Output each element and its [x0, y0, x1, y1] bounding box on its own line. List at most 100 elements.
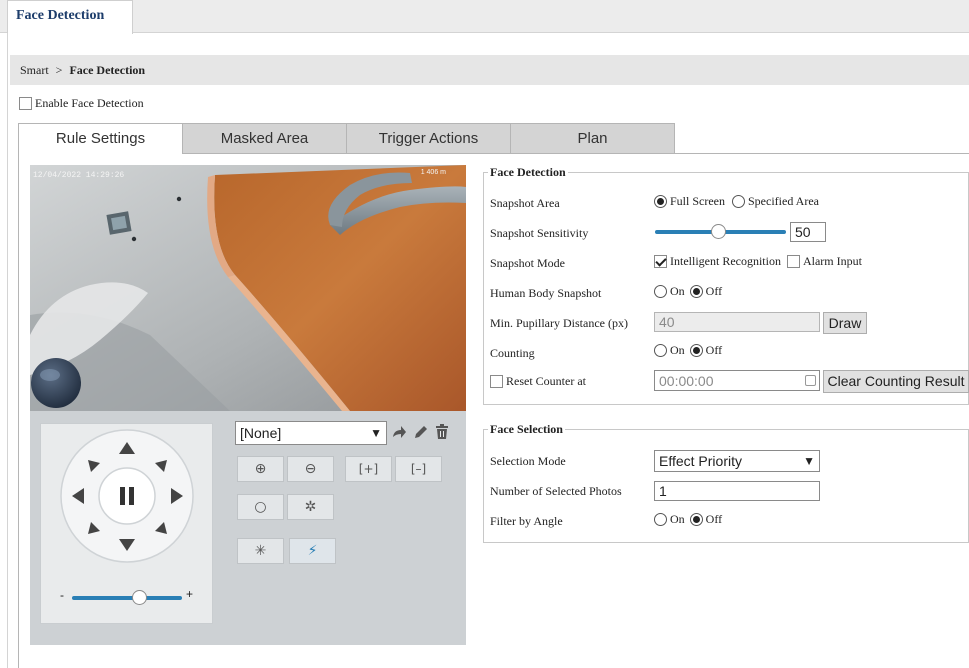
snapshot-mode-options: Intelligent Recognition Alarm Input — [654, 254, 862, 269]
arrow-down-right-icon — [155, 522, 167, 534]
zoom-in-button[interactable]: ⊕ — [237, 456, 284, 482]
pan-up-left-button[interactable] — [86, 458, 102, 474]
enable-face-detection-row[interactable]: Enable Face Detection — [19, 96, 144, 111]
filter-angle-off-label: Off — [705, 512, 723, 526]
tab-rule-settings[interactable]: Rule Settings — [18, 123, 183, 154]
wiper-button[interactable]: ⚡ — [289, 538, 336, 564]
breadcrumb: Smart > Face Detection — [10, 55, 969, 85]
top-tab-face-detection[interactable]: Face Detection — [7, 0, 133, 34]
counting-off-label: Off — [705, 343, 723, 357]
focus-far-button[interactable]: [–] — [395, 456, 442, 482]
arrow-up-left-icon — [88, 460, 100, 472]
counting-off-radio[interactable] — [689, 344, 703, 357]
speed-slider-handle[interactable] — [132, 590, 147, 605]
video-overlay-text: 1 406 m — [420, 169, 446, 176]
iris-open-button[interactable]: ○ — [237, 494, 284, 520]
counting-on-radio[interactable] — [654, 344, 667, 357]
selection-mode-label: Selection Mode — [490, 454, 566, 468]
preset-select[interactable]: [None] ▼ — [235, 421, 387, 445]
focus-minus-icon: [–] — [410, 462, 427, 476]
human-body-on-label: On — [670, 284, 685, 298]
counting-options: On Off — [654, 343, 722, 358]
reset-counter-time-input[interactable]: 00:00:00 — [654, 370, 820, 391]
page-border — [7, 33, 8, 668]
share-arrow-icon — [393, 426, 406, 438]
clock-icon — [805, 375, 816, 386]
speed-slider-plus: + — [186, 587, 194, 601]
counting-label: Counting — [490, 346, 535, 360]
preset-edit-button[interactable] — [413, 424, 429, 440]
video-timestamp: 12/04/2022 14:29:26 — [33, 171, 125, 180]
pan-down-left-button[interactable] — [86, 520, 102, 536]
snapshot-area-full-screen-label: Full Screen — [670, 194, 725, 208]
pan-up-button[interactable] — [118, 439, 136, 457]
speed-slider-minus: - — [60, 588, 64, 602]
pan-left-button[interactable] — [69, 487, 87, 505]
pan-up-right-button[interactable] — [153, 458, 169, 474]
tab-trigger-actions[interactable]: Trigger Actions — [346, 123, 511, 154]
selected-photos-input[interactable]: 1 — [654, 481, 820, 501]
zoom-out-icon: ⊖ — [304, 461, 317, 477]
wiper-icon: ⚡ — [307, 543, 318, 559]
human-body-snapshot-options: On Off — [654, 284, 722, 299]
selection-mode-select[interactable]: Effect Priority ▼ — [654, 450, 820, 472]
arrow-down-icon — [119, 539, 135, 551]
human-body-snapshot-label: Human Body Snapshot — [490, 286, 602, 300]
alarm-input-label: Alarm Input — [802, 254, 862, 268]
enable-face-detection-checkbox[interactable] — [19, 97, 32, 110]
draw-button[interactable]: Draw — [823, 312, 867, 334]
content-border — [18, 153, 19, 668]
arrow-right-icon — [171, 488, 183, 504]
iris-close-button[interactable]: ✲ — [287, 494, 334, 520]
breadcrumb-parent[interactable]: Smart — [20, 63, 49, 77]
sensitivity-slider-handle[interactable] — [711, 224, 726, 239]
intelligent-recognition-checkbox[interactable] — [654, 255, 667, 268]
pan-right-button[interactable] — [168, 487, 186, 505]
min-pupillary-label: Min. Pupillary Distance (px) — [490, 316, 628, 330]
filter-by-angle-label: Filter by Angle — [490, 514, 563, 528]
pan-down-button[interactable] — [118, 536, 136, 554]
speed-slider[interactable] — [72, 596, 182, 600]
filter-angle-on-label: On — [670, 512, 685, 526]
tab-bar: Rule Settings Masked Area Trigger Action… — [18, 123, 675, 154]
breadcrumb-current: Face Detection — [69, 63, 146, 77]
clear-counting-result-button[interactable]: Clear Counting Result — [823, 370, 969, 393]
focus-near-button[interactable]: [+] — [345, 456, 392, 482]
chevron-down-icon: ▼ — [370, 426, 382, 440]
snapshot-area-full-screen-radio[interactable] — [654, 195, 667, 208]
tab-masked-area[interactable]: Masked Area — [182, 123, 347, 154]
light-button[interactable]: ✳ — [237, 538, 284, 564]
reset-counter-label: Reset Counter at — [506, 374, 586, 388]
iris-close-icon: ✲ — [304, 499, 317, 515]
snapshot-area-specified-radio[interactable] — [732, 195, 745, 208]
zoom-in-icon: ⊕ — [254, 461, 267, 477]
focus-plus-icon: [+] — [358, 462, 379, 476]
pause-button[interactable] — [115, 484, 139, 508]
human-body-off-radio[interactable] — [689, 285, 703, 298]
reset-counter-checkbox[interactable] — [490, 375, 503, 388]
preset-goto-button[interactable] — [391, 424, 407, 440]
human-body-off-label: Off — [705, 284, 723, 298]
snapshot-area-options: Full Screen Specified Area — [654, 194, 819, 209]
reset-counter-row: Reset Counter at — [490, 374, 586, 389]
filter-angle-off-radio[interactable] — [689, 513, 703, 526]
light-icon: ✳ — [254, 543, 267, 559]
arrow-up-icon — [119, 442, 135, 454]
counting-on-label: On — [670, 343, 685, 357]
intelligent-recognition-label: Intelligent Recognition — [670, 254, 781, 268]
zoom-out-button[interactable]: ⊖ — [287, 456, 334, 482]
live-video[interactable]: 12/04/2022 14:29:26 1 406 m — [30, 165, 466, 411]
arrow-up-right-icon — [155, 460, 167, 472]
filter-angle-on-radio[interactable] — [654, 513, 667, 526]
preset-delete-button[interactable] — [434, 424, 450, 440]
pan-down-right-button[interactable] — [153, 520, 169, 536]
alarm-input-checkbox[interactable] — [786, 255, 800, 268]
sensitivity-input[interactable]: 50 — [790, 222, 826, 242]
tab-plan[interactable]: Plan — [510, 123, 675, 154]
face-detection-legend: Face Detection — [488, 165, 568, 180]
reset-counter-time-value: 00:00:00 — [659, 373, 714, 389]
snapshot-area-label: Snapshot Area — [490, 196, 560, 210]
min-pupillary-input[interactable]: 40 — [654, 312, 820, 332]
pause-icon — [120, 487, 134, 505]
human-body-on-radio[interactable] — [654, 285, 667, 298]
